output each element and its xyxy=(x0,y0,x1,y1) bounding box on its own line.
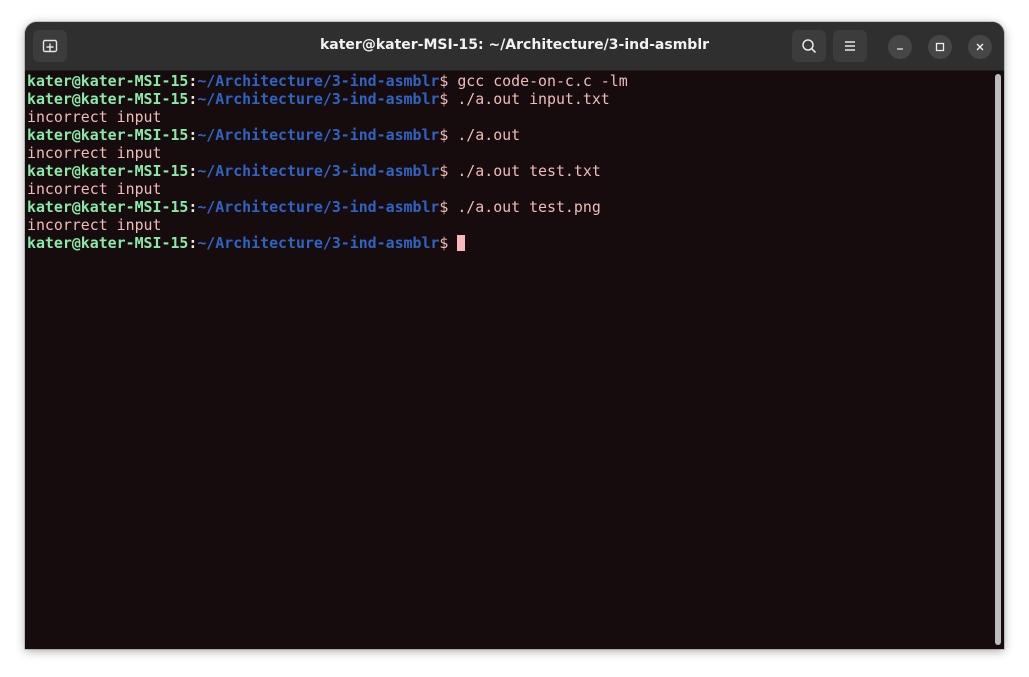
search-icon xyxy=(802,39,817,54)
command-text: ./a.out xyxy=(457,126,521,144)
prompt-dollar: $ xyxy=(439,126,458,144)
output-text: incorrect input xyxy=(27,216,162,234)
maximize-icon xyxy=(935,42,945,52)
prompt-user-host: kater@kater-MSI-15 xyxy=(27,162,189,180)
prompt-dollar: $ xyxy=(439,234,458,252)
prompt-dollar: $ xyxy=(439,198,458,216)
minimize-button[interactable] xyxy=(888,35,912,59)
terminal-area[interactable]: kater@kater-MSI-15:~/Architecture/3-ind-… xyxy=(25,71,1004,649)
prompt-colon: : xyxy=(188,234,198,252)
output-text: incorrect input xyxy=(27,180,162,198)
prompt-user-host: kater@kater-MSI-15 xyxy=(27,72,189,90)
output-line: incorrect input xyxy=(27,216,628,234)
prompt-line: kater@kater-MSI-15:~/Architecture/3-ind-… xyxy=(27,162,628,180)
terminal-window: kater@kater-MSI-15: ~/Architecture/3-ind… xyxy=(25,22,1004,649)
prompt-line: kater@kater-MSI-15:~/Architecture/3-ind-… xyxy=(27,126,628,144)
prompt-user-host: kater@kater-MSI-15 xyxy=(27,198,189,216)
prompt-colon: : xyxy=(188,90,198,108)
window-title: kater@kater-MSI-15: ~/Architecture/3-ind… xyxy=(319,37,710,53)
prompt-colon: : xyxy=(188,198,198,216)
close-icon xyxy=(976,43,984,51)
prompt-path: ~/Architecture/3-ind-asmblr xyxy=(197,198,440,216)
new-tab-button[interactable] xyxy=(33,30,67,62)
maximize-button[interactable] xyxy=(928,35,952,59)
command-text: ./a.out input.txt xyxy=(457,90,610,108)
output-text: incorrect input xyxy=(27,144,162,162)
prompt-user-host: kater@kater-MSI-15 xyxy=(27,126,189,144)
prompt-user-host: kater@kater-MSI-15 xyxy=(27,234,189,252)
prompt-path: ~/Architecture/3-ind-asmblr xyxy=(197,90,440,108)
output-text: incorrect input xyxy=(27,108,162,126)
scrollbar[interactable] xyxy=(995,74,1001,645)
close-button[interactable] xyxy=(968,35,992,59)
prompt-path: ~/Architecture/3-ind-asmblr xyxy=(197,162,440,180)
command-text: ./a.out test.txt xyxy=(457,162,601,180)
prompt-line: kater@kater-MSI-15:~/Architecture/3-ind-… xyxy=(27,90,628,108)
output-line: incorrect input xyxy=(27,108,628,126)
prompt-path: ~/Architecture/3-ind-asmblr xyxy=(197,72,440,90)
prompt-line: kater@kater-MSI-15:~/Architecture/3-ind-… xyxy=(27,234,628,252)
prompt-path: ~/Architecture/3-ind-asmblr xyxy=(197,126,440,144)
prompt-colon: : xyxy=(188,126,198,144)
command-text: ./a.out test.png xyxy=(457,198,601,216)
command-text: gcc code-on-c.c -lm xyxy=(457,72,628,90)
title-bar[interactable]: kater@kater-MSI-15: ~/Architecture/3-ind… xyxy=(25,22,1004,71)
prompt-path: ~/Architecture/3-ind-asmblr xyxy=(197,234,440,252)
output-line: incorrect input xyxy=(27,144,628,162)
menu-button[interactable] xyxy=(833,30,867,62)
prompt-line: kater@kater-MSI-15:~/Architecture/3-ind-… xyxy=(27,198,628,216)
prompt-dollar: $ xyxy=(439,72,458,90)
new-tab-icon xyxy=(42,39,58,53)
minimize-icon xyxy=(897,48,903,50)
prompt-colon: : xyxy=(188,162,198,180)
text-cursor xyxy=(457,235,466,251)
prompt-line: kater@kater-MSI-15:~/Architecture/3-ind-… xyxy=(27,72,628,90)
hamburger-menu-icon xyxy=(845,41,855,51)
output-line: incorrect input xyxy=(27,180,628,198)
terminal-output: kater@kater-MSI-15:~/Architecture/3-ind-… xyxy=(27,72,628,252)
search-button[interactable] xyxy=(792,30,826,62)
prompt-user-host: kater@kater-MSI-15 xyxy=(27,90,189,108)
prompt-dollar: $ xyxy=(439,162,458,180)
prompt-dollar: $ xyxy=(439,90,458,108)
prompt-colon: : xyxy=(188,72,198,90)
